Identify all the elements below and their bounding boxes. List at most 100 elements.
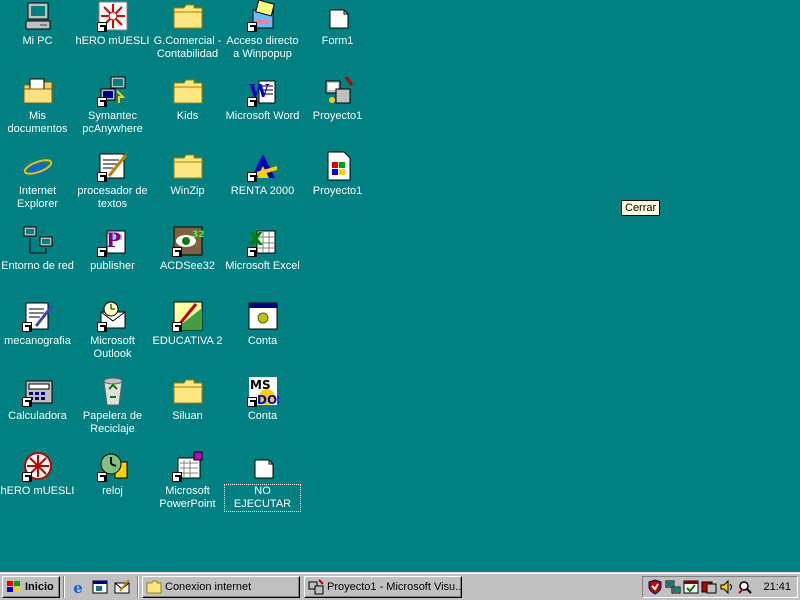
desktop-icon-microsoft-outlook[interactable]: Microsoft Outlook	[75, 300, 150, 361]
desktop-icon-proyecto1-exe[interactable]: Proyecto1	[300, 150, 375, 198]
internet-explorer-icon: e	[73, 579, 83, 595]
desktop-icon-microsoft-excel[interactable]: X Microsoft Excel	[225, 225, 300, 273]
desktop-icon-renta-2000[interactable]: RENTA 2000	[225, 150, 300, 198]
desktop-icon-label: procesador de textos	[77, 185, 148, 210]
word-icon: W	[246, 75, 279, 107]
desktop-icon-label: Microsoft Outlook	[90, 335, 135, 360]
outlook-express-icon	[114, 578, 130, 593]
desktop-icon-microsoft-powerpoint[interactable]: Microsoft PowerPoint	[150, 450, 225, 511]
blank-document-icon	[247, 450, 279, 482]
desktop-icon-mi-pc[interactable]: Mi PC	[0, 0, 75, 48]
task-button-conexion-internet[interactable]: Conexion internet	[142, 575, 300, 598]
desktop-icon-winzip[interactable]: WinZip	[150, 150, 225, 198]
clock[interactable]: 21:41	[763, 581, 791, 593]
quick-launch-show-desktop[interactable]	[90, 577, 110, 597]
desktop-icon-papelera-de-reciclaje[interactable]: Papelera de Reciclaje	[75, 375, 150, 436]
volume-icon[interactable]	[719, 579, 735, 595]
excel-icon: X	[246, 225, 279, 257]
folder-icon	[172, 75, 204, 107]
blank-document-icon	[322, 0, 354, 32]
folder-icon	[172, 375, 204, 407]
folder-icon	[172, 150, 204, 182]
outlook-icon	[96, 300, 129, 332]
hero-muesli-icon	[96, 0, 129, 32]
desktop-icon-label: Microsoft Excel	[225, 260, 300, 272]
desktop-icon-label: G.Comercial - Contabilidad	[153, 35, 222, 60]
desktop-icon-calculadora[interactable]: Calculadora	[0, 375, 75, 423]
show-desktop-icon	[92, 580, 108, 593]
desktop-icon-hero-muesli[interactable]: hERO mUESLI	[75, 0, 150, 48]
desktop-icon-label: ACDSee32	[159, 260, 216, 272]
desktop-icon-conta-2[interactable]: MSDOS Conta	[225, 375, 300, 423]
search-tray-icon[interactable]	[737, 579, 753, 595]
desktop-icon-acdsee32[interactable]: 32 ACDSee32	[150, 225, 225, 273]
desktop-icon-acceso-directo-winpopup[interactable]: Acceso directo a Winpopup	[225, 0, 300, 61]
desktop-icon-publisher[interactable]: P publisher	[75, 225, 150, 273]
desktop-icon-label: Proyecto1	[312, 110, 363, 122]
desktop-icon-proyecto1-vbp[interactable]: Proyecto1	[300, 75, 375, 123]
folder-icon	[146, 580, 162, 593]
desktop-icon-conta-1[interactable]: Conta	[225, 300, 300, 348]
educativa-icon	[171, 300, 204, 332]
desktop-icon-symantec-pcanywhere[interactable]: Symantec pcAnywhere	[75, 75, 150, 136]
calculator-icon	[21, 375, 54, 407]
desktop-icon-mis-documentos[interactable]: Mis documentos	[0, 75, 75, 136]
desktop-icon-label: Mis documentos	[7, 110, 68, 135]
pcanywhere-icon	[96, 75, 129, 107]
desktop: Mi PC Mis documentos e Internet Explorer…	[0, 0, 800, 572]
desktop-icon-label: Papelera de Reciclaje	[82, 410, 143, 435]
desktop-icon-kids[interactable]: Kids	[150, 75, 225, 123]
hero-muesli-icon	[21, 450, 54, 482]
desktop-icon-siluan[interactable]: Siluan	[150, 375, 225, 423]
internet-explorer-icon: e	[22, 150, 54, 182]
desktop-icon-entorno-de-red[interactable]: Entorno de red	[0, 225, 75, 273]
desktop-icon-g-comercial[interactable]: G.Comercial - Contabilidad	[150, 0, 225, 61]
desktop-icon-mecanografia[interactable]: mecanografia	[0, 300, 75, 348]
recycle-bin-icon	[97, 375, 129, 407]
windows-flag-icon	[6, 580, 22, 594]
scheduler-icon[interactable]	[683, 579, 699, 595]
desktop-icon-internet-explorer[interactable]: e Internet Explorer	[0, 150, 75, 211]
powerpoint-icon	[171, 450, 204, 482]
vb-tray-icon[interactable]	[701, 579, 717, 595]
quick-launch-outlook-express[interactable]	[112, 577, 132, 597]
desktop-icon-form1[interactable]: Form1	[300, 0, 375, 48]
quick-launch-internet-explorer[interactable]: e	[68, 577, 88, 597]
taskbar: Inicio e Conexion internet Proyecto1 - M…	[0, 572, 800, 600]
msdos-icon: MSDOS	[246, 375, 279, 407]
network-icon	[22, 225, 54, 257]
desktop-icon-label: Microsoft PowerPoint	[159, 485, 216, 510]
svg-text:e: e	[29, 150, 47, 182]
desktop-icon-label: Entorno de red	[1, 260, 74, 272]
conta-window-icon	[247, 300, 279, 332]
desktop-icon-label: reloj	[102, 485, 123, 497]
taskbar-separator	[63, 575, 65, 598]
task-label: Proyecto1 - Microsoft Visu...	[327, 580, 462, 593]
svg-text:DOS: DOS	[257, 393, 279, 407]
desktop-icon-label: Mi PC	[22, 35, 53, 47]
desktop-icon-educativa-2[interactable]: EDUCATIVA 2	[150, 300, 225, 348]
desktop-icon-label: RENTA 2000	[230, 185, 295, 197]
start-label: Inicio	[25, 580, 54, 593]
desktop-icon-microsoft-word[interactable]: W Microsoft Word	[225, 75, 300, 123]
desktop-icon-label: Kids	[176, 110, 199, 122]
winpopup-icon	[246, 0, 279, 32]
desktop-icon-reloj[interactable]: reloj	[75, 450, 150, 498]
antivirus-icon[interactable]	[647, 578, 663, 595]
desktop-icon-label: EDUCATIVA 2	[152, 335, 223, 347]
desktop-icon-procesador-de-textos[interactable]: procesador de textos	[75, 150, 150, 211]
desktop-icon-label: Acceso directo a Winpopup	[226, 35, 299, 60]
desktop-icon-label: NO EJECUTAR	[224, 484, 301, 512]
my-documents-icon	[22, 75, 54, 107]
desktop-icon-no-ejecutar[interactable]: NO EJECUTAR	[224, 450, 301, 512]
desktop-icon-label: Proyecto1	[312, 185, 363, 197]
text-processor-icon	[96, 150, 129, 182]
desktop-icon-hero-muesli-2[interactable]: hERO mUESLI	[0, 450, 75, 498]
clock-app-icon	[96, 450, 129, 482]
start-button[interactable]: Inicio	[2, 575, 60, 598]
task-button-proyecto1[interactable]: Proyecto1 - Microsoft Visu...	[304, 575, 462, 598]
publisher-icon: P	[96, 225, 129, 257]
desktop-icon-label: Conta	[247, 410, 278, 422]
vb-project-icon	[308, 578, 324, 594]
network-tray-icon[interactable]	[665, 579, 681, 595]
